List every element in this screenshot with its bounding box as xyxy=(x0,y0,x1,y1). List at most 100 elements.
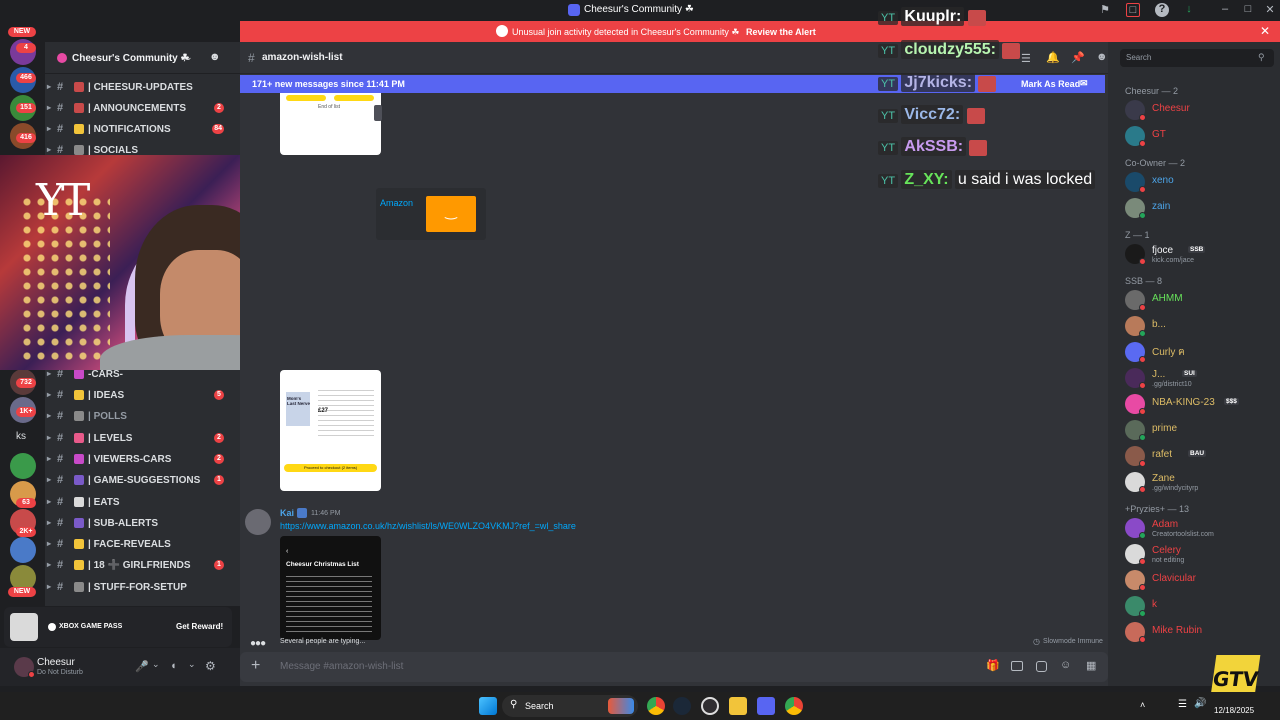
collapse-arrow-icon[interactable]: ▸ xyxy=(47,433,51,442)
obs-icon[interactable] xyxy=(701,697,719,715)
server-icon[interactable] xyxy=(10,537,36,563)
notification-bell-icon[interactable]: 🔔 xyxy=(1046,51,1060,64)
member-item[interactable]: zain xyxy=(1125,198,1280,222)
channel-item[interactable]: ▸ # | POLLS xyxy=(45,408,240,426)
chevron-down-icon[interactable]: ⌄ xyxy=(152,659,160,670)
tray-chevron-icon[interactable]: ˄ xyxy=(1140,700,1145,710)
collapse-arrow-icon[interactable]: ▸ xyxy=(47,518,51,527)
channel-item[interactable]: ▸ # | FACE-REVEALS xyxy=(45,536,240,554)
settings-gear-icon[interactable]: ⚙ xyxy=(205,659,216,673)
channel-item[interactable]: ▸ # | LEVELS 2 xyxy=(45,430,240,448)
channel-item[interactable]: ▸ # | ANNOUNCEMENTS 2 xyxy=(45,100,240,118)
stream-icon[interactable]: □ xyxy=(1126,3,1140,17)
apps-icon[interactable]: ▦ xyxy=(1086,659,1096,672)
collapse-arrow-icon[interactable]: ▸ xyxy=(47,582,51,591)
search-box[interactable]: Search ⚲ xyxy=(1120,49,1274,67)
wishlist-link[interactable]: https://www.amazon.co.uk/hz/wishlist/ls/… xyxy=(280,521,576,531)
image-options-icon[interactable] xyxy=(374,105,382,121)
member-list-icon[interactable]: ☻ xyxy=(1096,51,1108,63)
channel-item[interactable]: ▸ # | EATS xyxy=(45,494,240,512)
username[interactable]: Cheesur xyxy=(37,657,75,668)
volume-icon[interactable]: 🔊 xyxy=(1194,698,1206,709)
chrome-icon[interactable] xyxy=(647,697,665,715)
add-member-icon[interactable]: ☻ xyxy=(209,51,221,63)
collapse-arrow-icon[interactable]: ▸ xyxy=(47,475,51,484)
member-item[interactable]: prime xyxy=(1125,420,1280,444)
file-explorer-icon[interactable] xyxy=(729,697,747,715)
taskbar-search[interactable]: ⚲ Search xyxy=(502,695,638,717)
attach-plus-icon[interactable]: + xyxy=(251,657,260,675)
collapse-arrow-icon[interactable]: ▸ xyxy=(47,145,51,154)
wishlist-screenshot[interactable]: End of list xyxy=(280,93,381,155)
sticker-icon[interactable] xyxy=(1036,661,1047,672)
collapse-arrow-icon[interactable]: ▸ xyxy=(47,390,51,399)
gift-icon[interactable]: 🎁 xyxy=(986,659,1000,672)
minimize-button[interactable]: – xyxy=(1218,3,1232,17)
headset-icon[interactable]: ◖ xyxy=(170,660,177,672)
channel-item[interactable]: ▸ # | NOTIFICATIONS 84 xyxy=(45,121,240,139)
member-item[interactable]: b... xyxy=(1125,316,1280,340)
member-item[interactable]: xeno xyxy=(1125,172,1280,196)
chrome-alt-icon[interactable] xyxy=(785,697,803,715)
member-item[interactable]: Mike Rubin xyxy=(1125,622,1280,646)
collapse-arrow-icon[interactable]: ▸ xyxy=(47,82,51,91)
collapse-arrow-icon[interactable]: ▸ xyxy=(47,369,51,378)
member-item[interactable]: Cheesur xyxy=(1125,100,1280,124)
message-author[interactable]: Kai xyxy=(280,508,294,518)
cart-screenshot[interactable]: Mom's Last Nerve £27 Proceed to checkout… xyxy=(280,370,381,491)
inbox-icon[interactable]: ⚑ xyxy=(1098,3,1112,17)
emoji-icon[interactable]: ☺ xyxy=(1060,659,1071,671)
channel-item[interactable]: ▸ # | 18 ➕ GIRLFRIENDS 1 xyxy=(45,557,240,575)
collapse-arrow-icon[interactable]: ▸ xyxy=(47,539,51,548)
pin-icon[interactable]: 📌 xyxy=(1071,51,1085,64)
download-icon[interactable]: ↓ xyxy=(1182,3,1196,17)
maximize-button[interactable]: □ xyxy=(1241,3,1255,17)
server-ks[interactable]: ks xyxy=(16,431,26,442)
review-alert-button[interactable]: Review the Alert xyxy=(746,27,816,37)
channel-item[interactable]: ▸ # | GAME-SUGGESTIONS 1 xyxy=(45,472,240,490)
server-icon[interactable] xyxy=(10,453,36,479)
member-item[interactable]: NBA-KING-23 $$$ xyxy=(1125,394,1280,418)
message-avatar[interactable] xyxy=(245,509,271,535)
get-reward-button[interactable]: Get Reward! xyxy=(176,622,223,631)
member-item[interactable]: k xyxy=(1125,596,1280,620)
server-header[interactable]: Cheesur's Community ☘ ⌄ ☻ xyxy=(45,42,240,74)
collapse-arrow-icon[interactable]: ▸ xyxy=(47,560,51,569)
channel-item[interactable]: ▸ # | VIEWERS-CARS 2 xyxy=(45,451,240,469)
gif-icon[interactable] xyxy=(1011,661,1023,671)
member-item[interactable]: Adam Creatortoolslist.com xyxy=(1125,518,1280,542)
collapse-arrow-icon[interactable]: ▸ xyxy=(47,454,51,463)
wifi-icon[interactable]: ☰ xyxy=(1178,699,1187,710)
steam-icon[interactable] xyxy=(673,697,691,715)
collapse-arrow-icon[interactable]: ▸ xyxy=(47,124,51,133)
member-item[interactable]: Celery not editing xyxy=(1125,544,1280,568)
channel-item[interactable]: ▸ # | SUB-ALERTS xyxy=(45,515,240,533)
mic-icon[interactable]: 🎤 xyxy=(135,660,149,673)
channel-item[interactable]: ▸ # | IDEAS 5 xyxy=(45,387,240,405)
collapse-arrow-icon[interactable]: ▸ xyxy=(47,103,51,112)
close-window-button[interactable]: ✕ xyxy=(1263,3,1277,17)
mark-as-read-button[interactable]: Mark As Read xyxy=(1021,79,1080,89)
search-input[interactable]: Search xyxy=(1126,53,1151,62)
discord-icon[interactable] xyxy=(757,697,775,715)
phone-screenshot[interactable]: ‹ Cheesur Christmas List xyxy=(280,536,381,640)
member-item[interactable]: fjoce SSB kick.com/jace xyxy=(1125,244,1280,268)
member-item[interactable]: GT xyxy=(1125,126,1280,150)
member-item[interactable]: Curly ฅ xyxy=(1125,342,1280,366)
help-icon[interactable]: ? xyxy=(1155,3,1169,17)
channel-item[interactable]: ▸ # | CHEESUR-UPDATES xyxy=(45,79,240,97)
embed-provider[interactable]: Amazon xyxy=(380,198,413,208)
member-item[interactable]: Clavicular xyxy=(1125,570,1280,594)
threads-icon[interactable]: ☰ xyxy=(1021,52,1031,65)
member-item[interactable]: AHMM xyxy=(1125,290,1280,314)
chevron-down-icon[interactable]: ⌄ xyxy=(188,659,196,670)
message-input[interactable]: Message #amazon-wish-list xyxy=(280,661,403,672)
windows-start-icon[interactable] xyxy=(479,697,497,715)
close-alert-icon[interactable]: ✕ xyxy=(1260,24,1270,38)
member-item[interactable]: J... SUI .gg/district10 xyxy=(1125,368,1280,392)
member-item[interactable]: Zane .gg/windycityrp xyxy=(1125,472,1280,496)
channel-item[interactable]: ▸ # | STUFF-FOR-SETUP xyxy=(45,579,240,597)
member-item[interactable]: rafet BAU xyxy=(1125,446,1280,470)
collapse-arrow-icon[interactable]: ▸ xyxy=(47,497,51,506)
collapse-arrow-icon[interactable]: ▸ xyxy=(47,411,51,420)
